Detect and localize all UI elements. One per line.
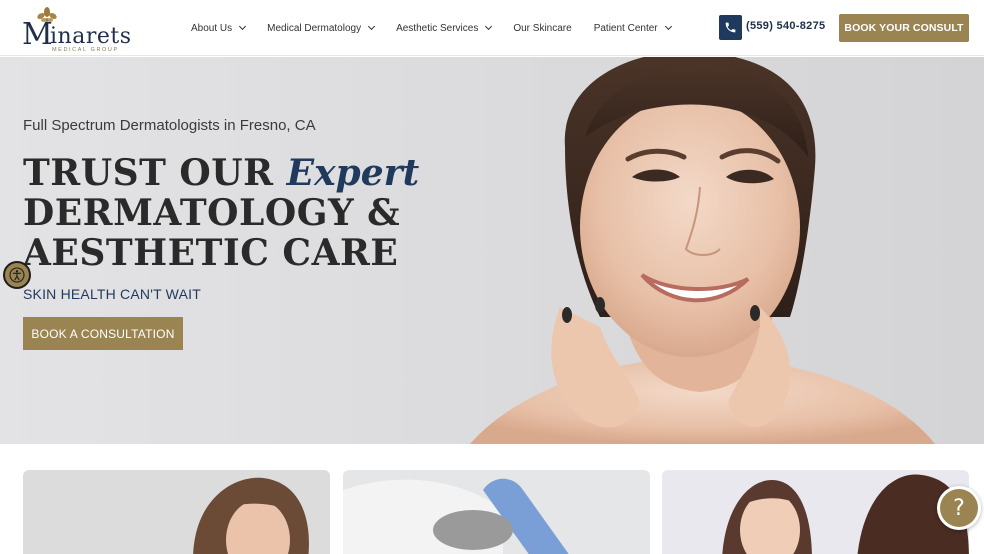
nav-item-aesthetic-services[interactable]: Aesthetic Services — [396, 22, 493, 34]
hero-section: Full Spectrum Dermatologists in Fresno, … — [0, 57, 984, 444]
book-consultation-button[interactable]: BOOK A CONSULTATION — [23, 317, 183, 350]
hero-subtitle: Full Spectrum Dermatologists in Fresno, … — [23, 117, 316, 134]
nav-item-medical-dermatology[interactable]: Medical Dermatology — [267, 22, 376, 34]
card-photo — [662, 470, 969, 554]
accessibility-icon[interactable] — [3, 261, 31, 289]
services-cards — [0, 444, 984, 554]
phone-glyph — [725, 22, 736, 33]
chevron-down-icon — [485, 22, 493, 31]
nav-item-label: Medical Dermatology — [267, 22, 362, 34]
nav-item-about-us[interactable]: About Us — [191, 22, 247, 34]
logo-initial: M — [22, 17, 53, 52]
hero-title: TRUST OUR Expert DERMATOLOGY & AESTHETIC… — [23, 153, 419, 273]
site-header: M inarets MEDICAL GROUP About Us Medical… — [0, 0, 984, 56]
hero-title-part: AESTHETIC CARE — [23, 232, 399, 274]
phone-number-link[interactable]: (559) 540-8275 — [746, 20, 825, 32]
phone-icon[interactable] — [719, 15, 742, 40]
logo-name: inarets — [50, 24, 132, 49]
card-photo — [343, 470, 650, 554]
hero-tagline: SKIN HEALTH CAN'T WAIT — [23, 286, 201, 302]
service-card-image[interactable] — [662, 470, 969, 554]
service-card-image[interactable] — [343, 470, 650, 554]
nav-item-label: Our Skincare — [513, 22, 572, 34]
nav-item-patient-center[interactable]: Patient Center — [593, 22, 672, 34]
accessibility-glyph — [9, 267, 25, 283]
card-photo — [23, 470, 330, 554]
chevron-down-icon — [239, 22, 247, 31]
hero-title-part: TRUST OUR — [23, 152, 287, 194]
main-nav: About Us Medical Dermatology Aesthetic S… — [191, 20, 693, 36]
nav-item-label: Patient Center — [593, 22, 658, 34]
nav-item-label: Aesthetic Services — [396, 22, 479, 34]
help-icon: ? — [940, 489, 978, 527]
nav-item-label: About Us — [191, 22, 233, 34]
chevron-down-icon — [664, 22, 672, 31]
hero-title-part: DERMATOLOGY & — [23, 192, 401, 234]
help-button[interactable]: ? — [937, 486, 981, 530]
book-your-consult-button[interactable]: BOOK YOUR CONSULT — [839, 14, 969, 42]
service-card-image[interactable] — [23, 470, 330, 554]
logo-subtitle: MEDICAL GROUP — [52, 47, 119, 53]
logo[interactable]: M inarets MEDICAL GROUP — [22, 6, 132, 53]
chevron-down-icon — [368, 22, 376, 31]
hero-title-emphasis: Expert — [286, 152, 420, 194]
nav-item-our-skincare[interactable]: Our Skincare — [513, 23, 571, 34]
